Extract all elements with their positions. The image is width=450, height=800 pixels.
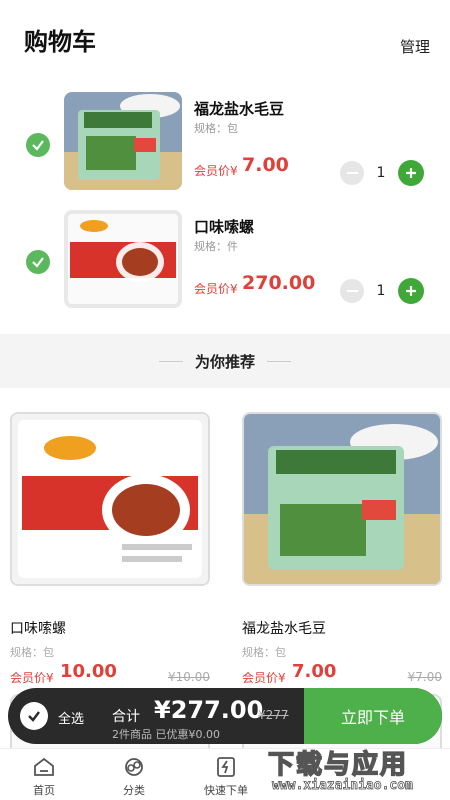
snail-product-image[interactable] <box>10 412 210 586</box>
total-old-price: ¥277 <box>258 708 289 722</box>
quantity-decrease-button[interactable] <box>340 161 364 185</box>
cart-item: 福龙盐水毛豆 规格：包 会员价¥ 7.00 1 <box>0 86 450 196</box>
checkmark-icon <box>32 257 44 268</box>
manage-button[interactable]: 管理 <box>400 36 430 57</box>
edamame-product-image[interactable] <box>242 412 442 586</box>
snail-thumbnail[interactable] <box>64 210 182 308</box>
checkout-summary: 2件商品 已优惠¥0.00 <box>112 728 220 741</box>
select-all-label[interactable]: 全选 <box>58 708 84 727</box>
item-select-checkbox[interactable] <box>26 133 50 157</box>
cart-item: 口味嗦螺 规格：件 会员价¥ 270.00 1 <box>0 204 450 314</box>
divider <box>267 360 291 362</box>
watermark-url: www.xiazainiao.com <box>272 778 414 794</box>
item-name[interactable]: 福龙盐水毛豆 <box>194 98 284 119</box>
recommend-price-label: 会员价¥ <box>242 671 286 685</box>
total-value: ¥277.00 <box>154 696 264 724</box>
tab-label: 快速下单 <box>204 784 248 797</box>
quantity-increase-button[interactable] <box>398 160 424 186</box>
recommend-header: 为你推荐 <box>0 334 450 388</box>
recommend-price: 7.00 <box>292 661 337 682</box>
checkout-button[interactable]: 立即下单 <box>304 688 442 744</box>
recommend-old-price: ¥10.00 <box>168 670 210 684</box>
edamame-thumbnail[interactable] <box>64 92 182 190</box>
total-label: 合计 <box>112 709 140 725</box>
tab-home[interactable]: 首页 <box>14 755 74 798</box>
page-title: 购物车 <box>24 28 96 56</box>
quantity-increase-button[interactable] <box>398 278 424 304</box>
site-watermark: 下载与应用 www.xiazainiao.com <box>267 744 446 796</box>
cart-list: 福龙盐水毛豆 规格：包 会员价¥ 7.00 1 口味嗦螺 规格：件 会员价¥ 2… <box>0 80 450 334</box>
item-select-checkbox[interactable] <box>26 250 50 274</box>
header: 购物车 管理 <box>0 0 450 80</box>
plus-icon <box>406 168 416 178</box>
recommend-title: 为你推荐 <box>194 352 255 371</box>
recommend-name[interactable]: 口味嗦螺 <box>10 618 66 638</box>
quantity-value: 1 <box>376 283 386 299</box>
quantity-value: 1 <box>376 165 386 181</box>
checkmark-icon <box>28 711 40 722</box>
quantity-decrease-button[interactable] <box>340 279 364 303</box>
tab-label: 分类 <box>123 784 145 797</box>
item-price-label: 会员价¥ <box>194 282 238 296</box>
item-price: 7.00 <box>242 154 289 176</box>
watermark-text: 下载与应用 <box>267 749 409 781</box>
recommend-spec: 规格：包 <box>242 646 286 659</box>
recommend-spec: 规格：包 <box>10 646 54 659</box>
item-price-label: 会员价¥ <box>194 164 238 178</box>
divider <box>158 360 183 362</box>
quick-order-icon <box>217 757 235 777</box>
category-icon <box>125 758 143 776</box>
item-spec: 规格：件 <box>194 240 238 253</box>
tab-label: 首页 <box>33 784 55 797</box>
plus-icon <box>406 286 416 296</box>
tab-quick-order[interactable]: 快速下单 <box>196 755 256 798</box>
select-all-checkbox[interactable] <box>20 702 48 730</box>
recommend-old-price: ¥7.00 <box>407 670 442 684</box>
recommend-price: 10.00 <box>60 661 117 682</box>
checkmark-icon <box>32 140 44 151</box>
recommend-price-label: 会员价¥ <box>10 671 54 685</box>
home-icon <box>34 757 54 776</box>
item-price: 270.00 <box>242 272 316 294</box>
item-spec: 规格：包 <box>194 122 238 135</box>
checkout-bar: 全选 合计 ¥277.00 ¥277 2件商品 已优惠¥0.00 立即下单 <box>8 688 442 744</box>
item-name[interactable]: 口味嗦螺 <box>194 216 254 237</box>
tab-category[interactable]: 分类 <box>104 755 164 798</box>
recommend-name[interactable]: 福龙盐水毛豆 <box>242 618 326 638</box>
